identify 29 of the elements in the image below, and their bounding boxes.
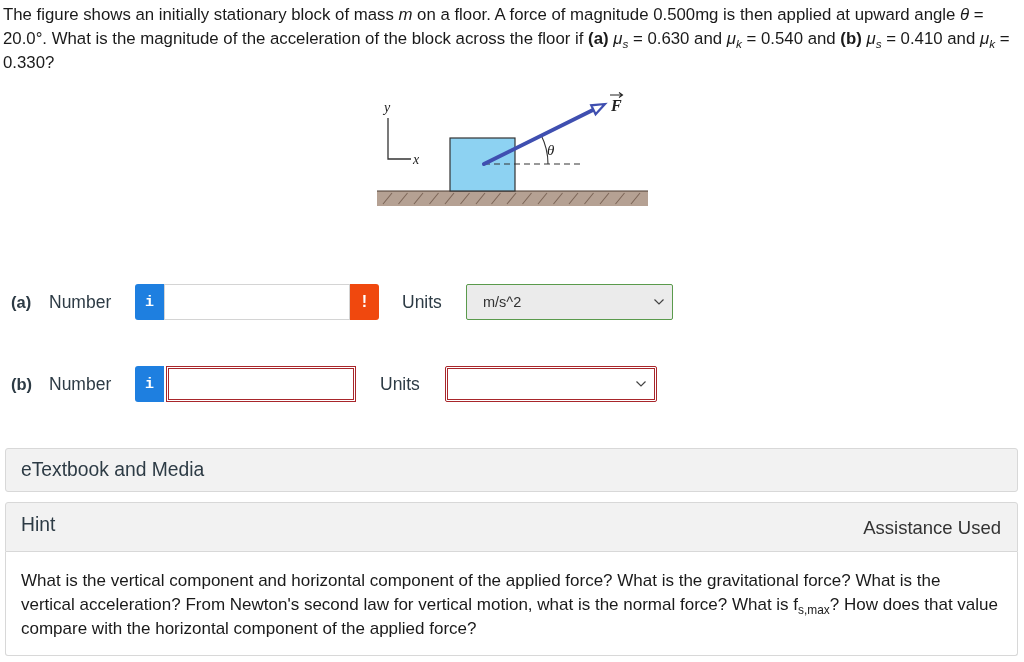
chevron-down-icon <box>654 299 664 305</box>
axis-label: x <box>412 152 419 167</box>
chevron-down-icon <box>636 381 646 387</box>
info-button[interactable]: i <box>135 284 164 320</box>
axis-label: y <box>383 100 390 115</box>
hint-text: What is the vertical component and horizontal component of the applied force? What is the gravitational force? What is the vertical acceleration? From Newton's second law for vertical motion, what is the normal force? What is f$_{s,max}$? How does that value compare with the horizontal component of the applied force? <box>21 570 998 640</box>
panel-title: Hint <box>21 514 56 536</box>
field-label: Number <box>49 291 113 313</box>
info-button[interactable]: i <box>135 366 164 402</box>
vector-arrow-icon <box>608 91 623 99</box>
field-label: Number <box>49 373 113 395</box>
assistance-note: Assistance Used <box>863 517 1001 539</box>
coordinate-axes <box>386 117 412 160</box>
question-text: The figure shows an initially stationary block of mass m on a floor. A force of magnitude 0.500mg is then applied at upward angle θ = 20.0°. What is the magnitude of the acceleration of the block across the floor if (a) μ$_{s}$ = 0.630 and μ$_{k}$ = 0.540 and (b) μ$_{s}$ = 0.410 and μ$_{k}$ = 0.330? <box>3 4 1011 74</box>
angle-label: θ <box>546 142 554 158</box>
units-dropdown[interactable] <box>445 366 657 402</box>
angle-arc <box>540 135 549 165</box>
part-label: (a) <box>11 292 33 312</box>
block <box>448 137 516 192</box>
field-label: Units <box>402 291 443 313</box>
part-label: (b) <box>11 374 34 394</box>
panel-header[interactable]: Hint Assistance Used <box>5 502 1018 552</box>
force-label: F <box>610 97 622 114</box>
units-dropdown[interactable]: m/s^2 <box>466 284 673 320</box>
panel-title: eTextbook and Media <box>21 459 205 481</box>
panel-header[interactable]: eTextbook and Media <box>5 448 1018 492</box>
field-label: Units <box>380 373 421 395</box>
number-field[interactable] <box>166 366 356 402</box>
alert-button[interactable]: ! <box>350 284 379 320</box>
